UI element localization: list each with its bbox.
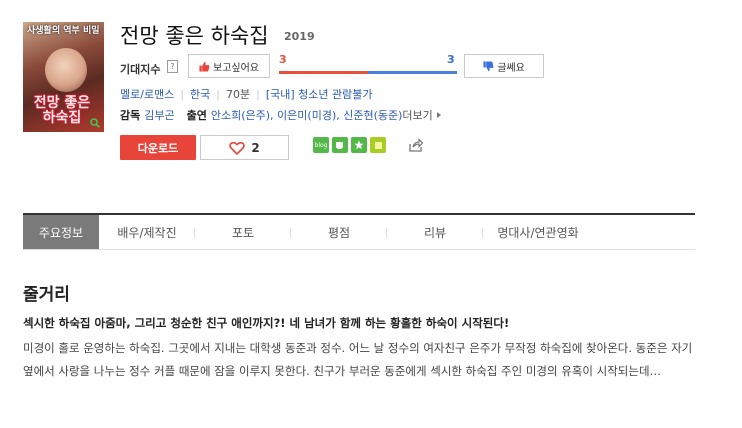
star-icon — [354, 140, 364, 150]
movie-poster[interactable]: 사생활의 역부 비밀 전망 좋은 하숙집 — [23, 22, 104, 132]
tab-label: 포토 — [231, 225, 255, 240]
want-count: 3 — [279, 53, 287, 66]
want-to-see-button[interactable]: 보고싶어요 — [188, 54, 270, 78]
detail-tabs: 주요정보 배우/제작진 포토 평점 리뷰 명대사/연관영화 — [23, 213, 695, 250]
synopsis-lead: 섹시한 하숙집 아줌마, 그리고 청순한 친구 애인까지?! 네 남녀가 함께 … — [23, 316, 510, 330]
synopsis-body: 미경이 홀로 운영하는 하숙집. 그곳에서 지내는 대학생 동준과 정수. 어느… — [23, 341, 693, 378]
bookmark-star-icon[interactable] — [351, 137, 367, 153]
divider: | — [180, 87, 185, 101]
blog-share-icon[interactable]: blog — [313, 137, 329, 153]
genre-link[interactable]: 멜로/로맨스 — [120, 86, 174, 102]
thumbs-up-icon — [199, 61, 210, 72]
tab-photo[interactable]: 포토 — [195, 215, 291, 249]
tab-label: 주요정보 — [38, 225, 84, 240]
memo-share-icon[interactable] — [370, 137, 386, 153]
cup-icon — [336, 141, 343, 149]
tab-label: 평점 — [327, 225, 351, 240]
cafe-share-icon[interactable] — [332, 137, 348, 153]
tab-label: 배우/제작진 — [117, 225, 177, 240]
tab-main-info[interactable]: 주요정보 — [23, 215, 99, 249]
director-label: 감독 — [120, 109, 141, 122]
divider: | — [256, 87, 260, 101]
tab-reviews[interactable]: 리뷰 — [387, 215, 483, 249]
want-bar-fill — [279, 71, 368, 74]
meh-button[interactable]: 글쎄요 — [464, 54, 544, 78]
poster-figure — [45, 48, 87, 92]
cast-links[interactable]: 안소희(은주), 이은미(미경), 신준현(동준) — [211, 107, 403, 123]
tab-quotes-related[interactable]: 명대사/연관영화 — [483, 215, 593, 249]
meh-count: 3 — [447, 53, 455, 66]
meh-bar-fill — [368, 71, 457, 74]
like-button[interactable]: 2 — [200, 135, 289, 160]
expectation-bar — [279, 71, 457, 74]
tab-label: 리뷰 — [423, 225, 447, 240]
credits: 감독 김부곤 출연 안소희(은주), 이은미(미경), 신준현(동준) 더보기 — [120, 107, 443, 123]
tab-label: 명대사/연관영화 — [497, 225, 579, 240]
movie-title: 전망 좋은 하숙집 — [120, 24, 269, 48]
thumbs-down-icon — [483, 60, 494, 71]
country-link[interactable]: 한국 — [190, 86, 210, 102]
meh-label: 글쎄요 — [497, 62, 525, 74]
want-to-see-label: 보고싶어요 — [213, 62, 259, 74]
synopsis-heading: 줄거리 — [23, 285, 70, 305]
rating-link[interactable]: [국내] 청소년 관람불가 — [266, 86, 373, 102]
cast-label: 출연 — [186, 109, 207, 122]
caret-right-icon[interactable] — [435, 111, 443, 119]
more-link[interactable]: 더보기 — [402, 107, 432, 123]
poster-title-text: 전망 좋은 하숙집 — [33, 95, 91, 126]
movie-meta: 멜로/로맨스 | 한국 | 70분 | [국내] 청소년 관람불가 — [120, 86, 373, 102]
director-link[interactable]: 김부곤 — [144, 107, 174, 123]
poster-top-text: 사생활의 역부 비밀 — [27, 26, 100, 36]
divider: | — [216, 87, 220, 101]
help-icon[interactable]: ? — [167, 60, 178, 73]
square-icon — [374, 141, 382, 149]
download-button[interactable]: 다운로드 — [120, 135, 196, 160]
movie-year: 2019 — [284, 30, 315, 43]
share-icon[interactable] — [409, 138, 423, 152]
social-share-bar: blog — [313, 137, 386, 153]
tab-ratings[interactable]: 평점 — [291, 215, 387, 249]
like-count: 2 — [251, 140, 260, 155]
runtime: 70분 — [226, 88, 251, 101]
zoom-icon[interactable] — [90, 118, 100, 128]
heart-icon — [229, 141, 246, 155]
tab-cast-crew[interactable]: 배우/제작진 — [99, 215, 195, 249]
expectation-label: 기대지수 — [120, 63, 161, 76]
